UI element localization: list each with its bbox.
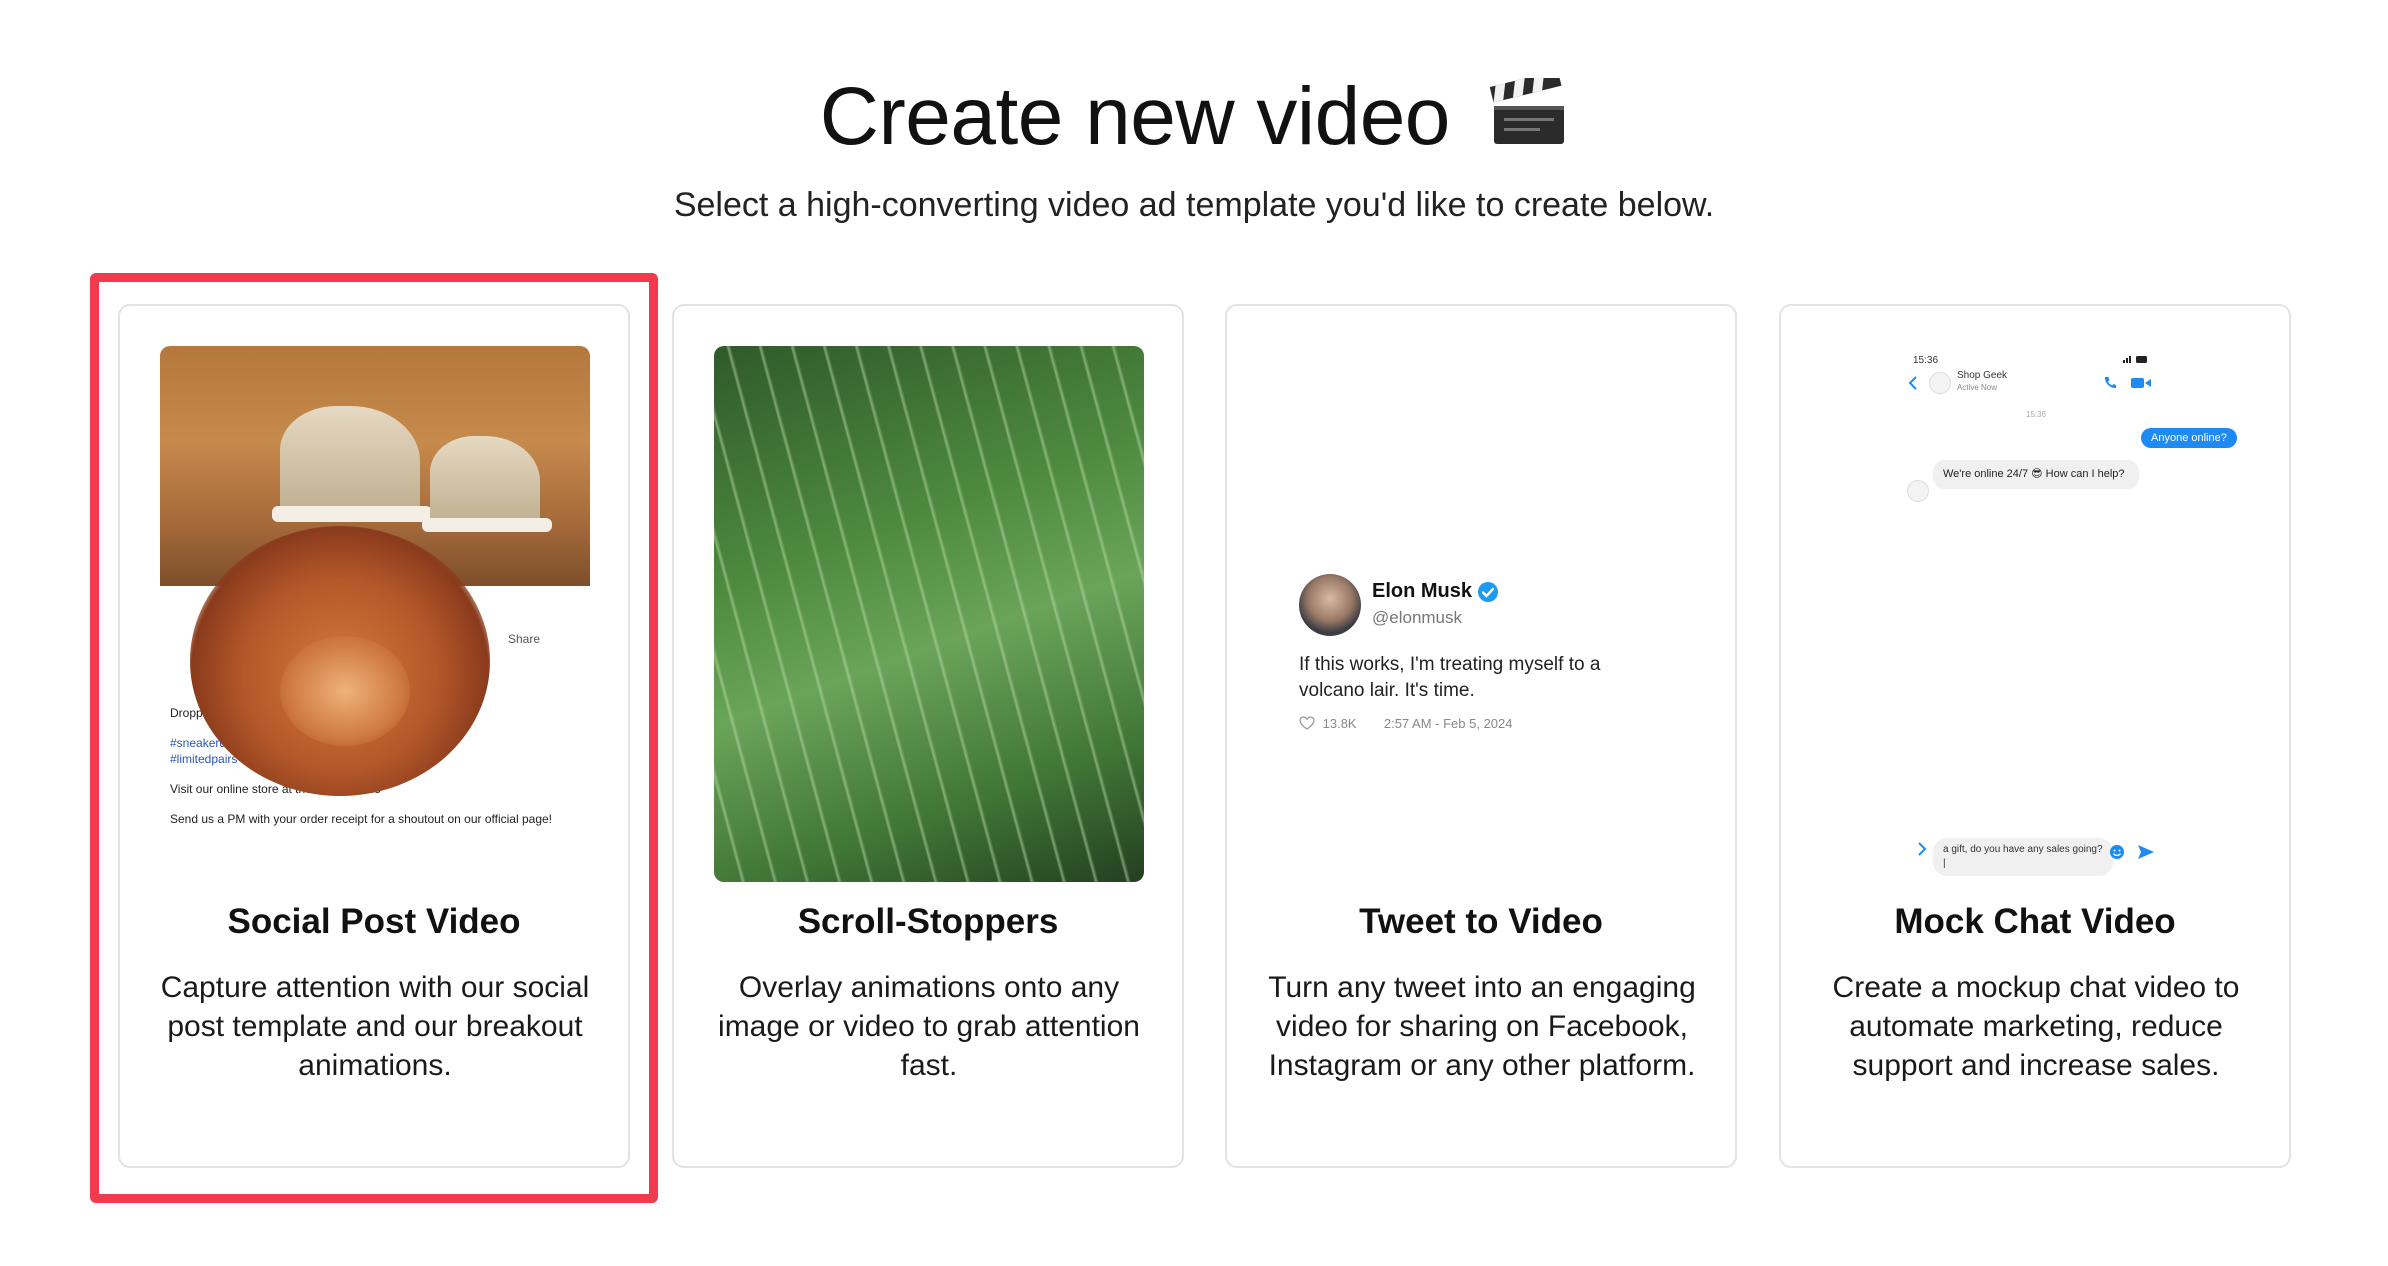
status-time: 15:36 xyxy=(1913,355,1939,366)
card-description: Overlay animations onto any image or vid… xyxy=(718,971,1140,1082)
chat-time: 15:36 xyxy=(2026,410,2047,419)
back-chevron-icon[interactable] xyxy=(1908,376,1918,390)
template-card-mock-chat[interactable]: 15:36 Shop Geek Active Now 15:36 Anyone … xyxy=(1779,304,2291,1168)
card-description: Turn any tweet into an engaging video fo… xyxy=(1268,971,1696,1082)
signal-battery-icon xyxy=(2123,356,2147,363)
card-description: Create a mockup chat video to automate m… xyxy=(1832,971,2240,1082)
contact-name: Shop Geek xyxy=(1957,370,2008,381)
tweet-author-name: Elon Musk xyxy=(1372,580,1473,602)
card-title: Scroll-Stoppers xyxy=(797,902,1059,941)
video-call-icon[interactable] xyxy=(2131,377,2151,389)
leaf-preview xyxy=(714,346,1144,882)
tweet-timestamp: 2:57 AM - Feb 5, 2024 xyxy=(1383,716,1513,731)
contact-status: Active Now xyxy=(1957,383,1998,392)
emoji-icon[interactable] xyxy=(2109,844,2125,860)
send-icon[interactable] xyxy=(2137,843,2155,861)
card-title: Tweet to Video xyxy=(1359,902,1603,941)
page-title: Create new video xyxy=(0,62,2388,172)
leaf-image xyxy=(714,346,1144,882)
heart-icon xyxy=(1299,716,1315,730)
card-title: Mock Chat Video xyxy=(1894,902,2176,941)
chat-preview: 15:36 Shop Geek Active Now 15:36 Anyone … xyxy=(1781,346,2289,882)
tweet-handle: @elonmusk xyxy=(1372,608,1463,627)
template-card-scroll-stoppers[interactable]: Scroll-Stoppers Overlay animations onto … xyxy=(672,304,1184,1168)
clapperboard-icon xyxy=(1490,78,1565,144)
page-title-text: Create new video xyxy=(819,71,1451,162)
tweet-likes: 13.8K xyxy=(1322,716,1357,731)
phone-icon[interactable] xyxy=(2103,376,2117,390)
tweet-preview: Elon Musk @elonmusk If this works, I'm t… xyxy=(1227,346,1735,882)
template-card-tweet-to-video[interactable]: Elon Musk @elonmusk If this works, I'm t… xyxy=(1225,304,1737,1168)
tweet-meta: 13.8K 2:57 AM - Feb 5, 2024 xyxy=(1299,716,1513,731)
tweet-text: If this works, I'm treating myself to a … xyxy=(1299,654,1601,701)
chat-input[interactable]: a gift, do you have any sales going?| xyxy=(1933,838,2113,876)
reply-message-bubble: We're online 24/7 😎 How can I help? xyxy=(1933,460,2139,489)
chevron-right-icon[interactable] xyxy=(1917,842,1927,856)
contact-avatar xyxy=(1929,372,1951,394)
selected-card-highlight xyxy=(90,273,658,1203)
user-message-bubble: Anyone online? xyxy=(2141,428,2237,448)
verified-badge-icon xyxy=(1478,582,1498,602)
create-video-page: Create new video Select a high-convertin… xyxy=(0,0,2388,1266)
avatar xyxy=(1299,574,1361,636)
page-subtitle: Select a high-converting video ad templa… xyxy=(673,186,1715,224)
bot-avatar xyxy=(1907,480,1929,502)
